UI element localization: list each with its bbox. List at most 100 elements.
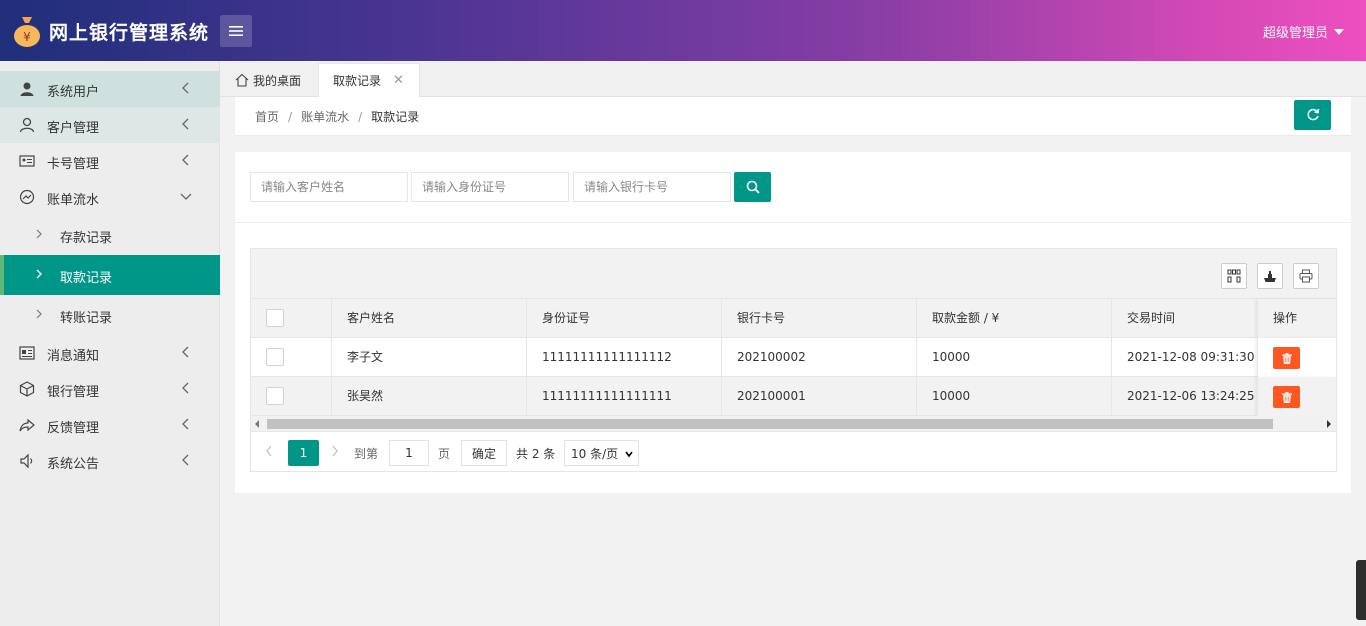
sidebar-item-announcements[interactable]: 系统公告 bbox=[0, 443, 220, 479]
sidebar-item-label: 系统公告 bbox=[47, 457, 100, 472]
column-header[interactable]: 交易时间 bbox=[1112, 299, 1258, 338]
trash-icon bbox=[1281, 352, 1292, 364]
sidebar-item-notifications[interactable]: 消息通知 bbox=[0, 335, 220, 371]
sidebar-item-customers[interactable]: 客户管理 bbox=[0, 107, 220, 143]
divider bbox=[235, 222, 1351, 223]
column-header[interactable]: 身份证号 bbox=[527, 299, 722, 338]
sidebar-subitem-withdrawal[interactable]: 取款记录 bbox=[0, 255, 220, 295]
tab-bar: 我的桌面 取款记录 ✕ bbox=[220, 61, 1366, 97]
user-name: 超级管理员 bbox=[1262, 26, 1328, 41]
sidebar-item-label: 反馈管理 bbox=[47, 421, 100, 436]
columns-icon bbox=[1227, 269, 1241, 283]
print-button[interactable] bbox=[1293, 263, 1319, 289]
row-select-cell bbox=[251, 377, 332, 416]
sidebar-item-cards[interactable]: 卡号管理 bbox=[0, 143, 220, 179]
cell-card-number: 202100001 bbox=[722, 377, 917, 416]
user-menu[interactable]: 超级管理员 bbox=[1263, 22, 1344, 41]
sidebar-item-label: 账单流水 bbox=[47, 193, 100, 208]
chevron-right-icon bbox=[36, 269, 42, 279]
export-button[interactable] bbox=[1257, 263, 1283, 289]
cell-amount: 10000 bbox=[917, 338, 1112, 377]
tab-home[interactable]: 我的桌面 bbox=[226, 63, 316, 97]
table-toolbar bbox=[251, 249, 1336, 299]
breadcrumb-separator: / bbox=[358, 110, 363, 124]
total-count: 共 2 条 bbox=[516, 447, 556, 461]
data-table: 客户姓名 身份证号 银行卡号 取款金额 / ¥ 交易时间 操作 李子文 1111… bbox=[250, 248, 1337, 472]
cell-time: 2021-12-08 09:31:30 bbox=[1127, 350, 1255, 364]
row-checkbox[interactable] bbox=[266, 348, 284, 366]
chevron-right-icon bbox=[36, 229, 42, 239]
cell-customer-name: 李子文 bbox=[332, 338, 527, 377]
columns-filter-button[interactable] bbox=[1221, 263, 1247, 289]
print-icon bbox=[1299, 269, 1313, 283]
chevron-down-icon bbox=[625, 451, 633, 458]
chevron-left-icon bbox=[182, 82, 189, 94]
scroll-right-icon[interactable] bbox=[1327, 420, 1331, 428]
close-icon[interactable]: ✕ bbox=[393, 73, 404, 88]
refresh-button[interactable] bbox=[1294, 100, 1331, 130]
column-header: 操作 bbox=[1257, 299, 1336, 338]
breadcrumb-parent[interactable]: 账单流水 bbox=[301, 110, 349, 124]
tab-label: 取款记录 bbox=[333, 74, 382, 88]
sidebar-item-bills[interactable]: 账单流水 bbox=[0, 179, 220, 215]
sidebar-subitem-label: 取款记录 bbox=[60, 271, 113, 286]
chevron-left-icon[interactable] bbox=[265, 445, 273, 457]
delete-button[interactable] bbox=[1273, 347, 1300, 369]
header-select-cell bbox=[251, 299, 332, 338]
breadcrumb-home[interactable]: 首页 bbox=[255, 110, 279, 124]
side-widget bbox=[1356, 560, 1366, 620]
column-header[interactable]: 银行卡号 bbox=[722, 299, 917, 338]
scrollbar-thumb[interactable] bbox=[267, 419, 1273, 429]
cell-id-number: 11111111111111112 bbox=[527, 338, 722, 377]
sidebar-subitem-deposit[interactable]: 存款记录 bbox=[0, 215, 220, 255]
delete-button[interactable] bbox=[1273, 386, 1300, 408]
search-button[interactable] bbox=[734, 172, 771, 202]
sidebar-item-system-users[interactable]: 系统用户 bbox=[0, 71, 220, 107]
horizontal-scrollbar[interactable] bbox=[251, 416, 1336, 432]
menu-toggle-button[interactable] bbox=[220, 15, 252, 47]
chevron-left-icon bbox=[182, 454, 189, 466]
sidebar-item-banks[interactable]: 银行管理 bbox=[0, 371, 220, 407]
chevron-left-icon bbox=[182, 118, 189, 130]
sidebar-item-feedback[interactable]: 反馈管理 bbox=[0, 407, 220, 443]
money-bag-icon: ¥ bbox=[14, 17, 40, 47]
column-header[interactable]: 取款金额 / ¥ bbox=[917, 299, 1112, 338]
search-icon bbox=[746, 180, 760, 194]
sidebar-item-label: 卡号管理 bbox=[47, 157, 100, 172]
chevron-left-icon bbox=[182, 418, 189, 430]
sidebar-item-label: 系统用户 bbox=[47, 85, 100, 100]
customer-name-input[interactable] bbox=[250, 172, 408, 202]
cell-actions bbox=[1257, 338, 1336, 377]
tab-withdrawal[interactable]: 取款记录 ✕ bbox=[318, 63, 420, 97]
column-header[interactable]: 客户姓名 bbox=[332, 299, 527, 338]
sidebar-subitem-transfer[interactable]: 转账记录 bbox=[0, 295, 220, 335]
chart-line-icon bbox=[19, 189, 35, 205]
top-header: ¥ 网上银行管理系统 超级管理员 bbox=[0, 0, 1366, 61]
select-all-checkbox[interactable] bbox=[266, 309, 284, 327]
row-checkbox[interactable] bbox=[266, 387, 284, 405]
id-card-icon bbox=[19, 155, 35, 167]
goto-page-input[interactable] bbox=[389, 440, 429, 466]
tab-label: 我的桌面 bbox=[253, 73, 302, 88]
sidebar-item-label: 客户管理 bbox=[47, 121, 100, 136]
cell-card-number: 202100002 bbox=[722, 338, 917, 377]
goto-confirm-button[interactable]: 确定 bbox=[461, 440, 507, 466]
pagination: 1 到第 页 确定 共 2 条 10 条/页 bbox=[251, 433, 1336, 471]
id-number-input[interactable] bbox=[411, 172, 569, 202]
app-title: 网上银行管理系统 bbox=[49, 22, 210, 44]
page-number-current[interactable]: 1 bbox=[288, 440, 319, 466]
table-row: 张昊然 11111111111111111 202100001 10000 20… bbox=[251, 377, 1336, 416]
breadcrumb-bar: 首页 / 账单流水 / 取款记录 bbox=[235, 97, 1351, 136]
chevron-right-icon[interactable] bbox=[331, 445, 339, 457]
chevron-left-icon bbox=[182, 154, 189, 166]
page-size-select[interactable]: 10 条/页 bbox=[564, 440, 639, 466]
scroll-left-icon[interactable] bbox=[255, 420, 259, 428]
sidebar: 系统用户 客户管理 卡号管理 账单流水 存款记录 取款记录 转账记录 消息通知 … bbox=[0, 61, 220, 626]
card-number-input[interactable] bbox=[573, 172, 731, 202]
cell-time: 2021-12-06 13:24:25 bbox=[1127, 389, 1255, 403]
chevron-left-icon bbox=[182, 382, 189, 394]
caret-down-icon bbox=[1334, 28, 1344, 35]
cell-actions bbox=[1257, 377, 1336, 416]
user-icon bbox=[20, 82, 34, 96]
content-card: 客户姓名 身份证号 银行卡号 取款金额 / ¥ 交易时间 操作 李子文 1111… bbox=[235, 152, 1351, 493]
